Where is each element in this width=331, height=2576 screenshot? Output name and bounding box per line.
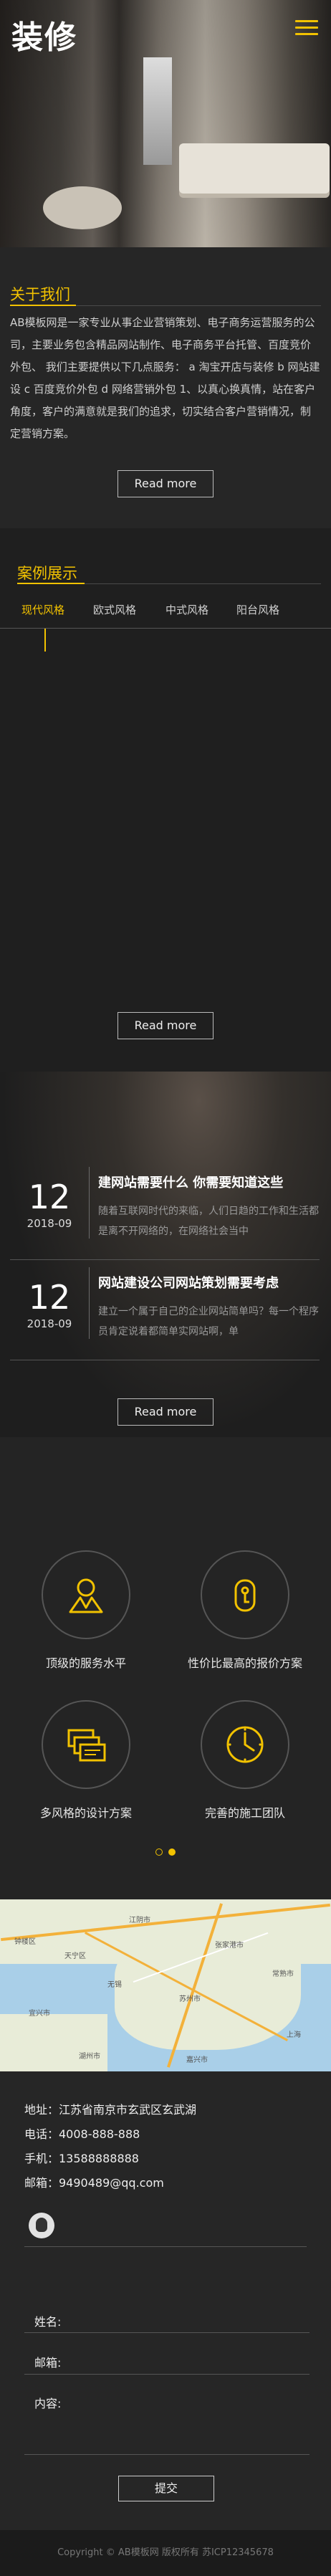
contact-divider	[24, 2246, 307, 2247]
news-title[interactable]: 网站建设公司网站策划需要考虑	[98, 1273, 327, 1292]
about-title-accent	[10, 305, 76, 306]
service-circle	[42, 1700, 130, 1789]
menu-bar	[295, 27, 318, 29]
cases-title-accent	[17, 583, 85, 584]
map-label: 常熟市	[272, 1970, 294, 1978]
hero-sofa	[179, 143, 330, 194]
hero-table	[43, 186, 122, 229]
news-desc: 建立一个属于自己的企业网站简单吗？每一个程序员肯定说着都简单实网站啊，单	[98, 1306, 319, 1337]
map-label: 江阴市	[129, 1917, 150, 1924]
service-item[interactable]: 顶级的服务水平	[14, 1550, 158, 1671]
cases-title: 案例展示	[17, 565, 77, 582]
service-item[interactable]: 性价比最高的报价方案	[173, 1550, 317, 1671]
service-circle	[201, 1550, 289, 1639]
cases-tabs: 现代风格 欧式风格 中式风格 阳台风格	[0, 602, 331, 631]
header: 装修	[0, 0, 331, 57]
tag-icon	[234, 1579, 256, 1612]
map-label: 宜兴市	[29, 2010, 50, 2018]
service-label: 顶级的服务水平	[45, 1656, 126, 1670]
location-map[interactable]: 钟楼区 天宁区 江阴市 张家港市 常熟市 宜兴市 苏州市 上海 无锡 湖州市 嘉…	[0, 1899, 331, 2071]
news-read-more-button[interactable]: Read more	[117, 1398, 214, 1426]
services-pagination	[0, 1845, 331, 1859]
service-circle	[42, 1550, 130, 1639]
map-land	[0, 2014, 107, 2071]
tab-modern[interactable]: 现代风格	[21, 602, 64, 617]
news-date: 12 2018-09	[10, 1267, 90, 1339]
tabs-underline	[0, 628, 331, 629]
page: 装修 关于我们 AB模板网是一家专业从事企业营销策划、电子商务运营服务的公司，主…	[0, 0, 331, 2576]
news-section	[0, 1072, 331, 1437]
map-label: 天宁区	[64, 1952, 86, 1960]
menu-bar	[295, 20, 318, 22]
contact-mobile: 手机：13588888888	[24, 2152, 139, 2165]
clock-icon	[226, 1726, 264, 1763]
footer-copyright: Copyright © AB模板网 版权所有 苏ICP12345678	[0, 2530, 331, 2576]
contact-email: 邮箱：9490489@qq.com	[24, 2176, 164, 2190]
stacked-cards-icon	[67, 1729, 106, 1762]
hero-lamp	[143, 57, 172, 165]
news-divider	[10, 1259, 320, 1260]
news-date: 12 2018-09	[10, 1167, 90, 1239]
qq-icon[interactable]	[29, 2213, 54, 2238]
service-dot[interactable]	[155, 1848, 163, 1856]
cases-read-more-button[interactable]: Read more	[117, 1012, 214, 1039]
tab-balcony[interactable]: 阳台风格	[236, 602, 279, 617]
service-label: 性价比最高的报价方案	[187, 1656, 302, 1670]
news-desc: 随着互联网时代的来临，人们日趋的工作和生活都是离不开网络的，在网络社会当中	[98, 1206, 319, 1237]
content-label: 内容:	[34, 2397, 62, 2410]
contact-phone: 电话：4008-888-888	[24, 2127, 140, 2141]
news-day: 12	[28, 1278, 71, 1317]
news-title[interactable]: 建网站需要什么 你需要知道这些	[98, 1173, 327, 1191]
map-label: 上海	[287, 2031, 301, 2039]
service-item[interactable]: 完善的施工团队	[173, 1700, 317, 1821]
map-label: 无锡	[107, 1981, 122, 1989]
news-day: 12	[28, 1178, 71, 1216]
active-tab-pointer	[44, 629, 46, 652]
submit-button[interactable]: 提交	[118, 2476, 214, 2501]
tab-european[interactable]: 欧式风格	[93, 602, 136, 617]
service-label: 完善的施工团队	[204, 1806, 285, 1820]
menu-bar	[295, 33, 318, 35]
service-label: 多风格的设计方案	[39, 1806, 132, 1820]
about-title: 关于我们	[10, 286, 70, 303]
name-field[interactable]	[24, 2302, 310, 2333]
map-label: 嘉兴市	[186, 2056, 208, 2064]
news-item[interactable]: 12 2018-09 网站建设公司网站策划需要考虑 建立一个属于自己的企业网站简…	[0, 1267, 331, 1346]
person-icon	[69, 1578, 103, 1613]
about-read-more-button[interactable]: Read more	[117, 470, 214, 497]
service-dot-active[interactable]	[168, 1848, 176, 1856]
about-body: AB模板网是一家专业从事企业营销策划、电子商务运营服务的公司，主要业务包含精品网…	[10, 316, 320, 440]
news-year-month: 2018-09	[27, 1317, 72, 1330]
logo[interactable]: 装修	[11, 11, 77, 57]
map-label: 苏州市	[179, 1995, 201, 2003]
hamburger-menu-icon[interactable]	[295, 20, 318, 37]
news-year-month: 2018-09	[27, 1217, 72, 1230]
map-label: 钟楼区	[14, 1938, 36, 1946]
service-item[interactable]: 多风格的设计方案	[14, 1700, 158, 1821]
content-field[interactable]	[24, 2423, 310, 2455]
tab-chinese[interactable]: 中式风格	[166, 602, 208, 617]
map-label: 湖州市	[79, 2053, 100, 2061]
hero-pagination	[0, 238, 331, 247]
service-circle	[201, 1700, 289, 1789]
news-item[interactable]: 12 2018-09 建网站需要什么 你需要知道这些 随着互联网时代的来临，人们…	[0, 1167, 331, 1246]
contact-address: 地址：江苏省南京市玄武区玄武湖	[24, 2103, 197, 2117]
map-label: 张家港市	[215, 1942, 244, 1950]
email-field[interactable]	[24, 2344, 310, 2375]
